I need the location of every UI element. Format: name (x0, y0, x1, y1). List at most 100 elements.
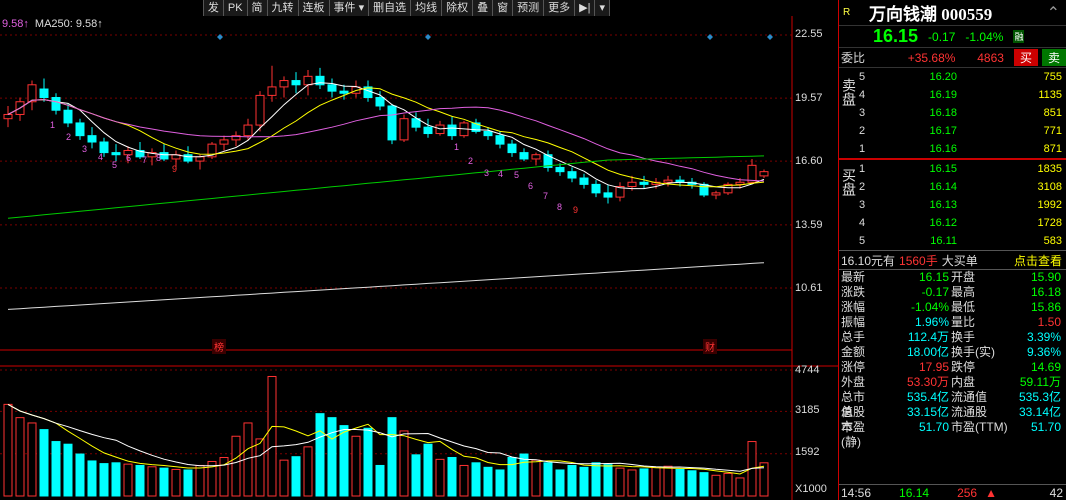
stat-row: 涨幅 -1.04% 最低 15.86 (839, 300, 1066, 315)
stat-label: 换手(实) (951, 345, 995, 359)
stat-label: 换手 (951, 330, 976, 344)
candle-body (243, 124, 253, 137)
volume-bar (531, 459, 541, 497)
stat-value: 51.70 (1030, 420, 1061, 434)
stat-value: 1.50 (1037, 315, 1061, 329)
nine-turn-count: 5 (112, 160, 117, 170)
volume-ma5-line (7, 403, 765, 475)
nine-turn-count: 4 (98, 152, 103, 162)
buy-button[interactable]: 买 (1013, 49, 1038, 66)
toolbar-btn-ma[interactable]: 均线 (411, 0, 443, 16)
stat-value: 535.3亿 (1018, 390, 1061, 404)
stat-label: 金额 (841, 345, 866, 359)
volume-ma10-line (7, 403, 765, 472)
toolbar-btn-pk[interactable]: PK (224, 0, 248, 16)
candle-body (483, 130, 493, 137)
volume-bar (363, 427, 373, 497)
ask-volume: 851 (1043, 107, 1062, 119)
volume-bar (447, 456, 457, 497)
bid-volume: 1835 (1037, 163, 1062, 175)
candle-body (387, 105, 397, 141)
kline-chart-area[interactable]: 123456789123456789 发 PK 简 九转 连板 事件 ▾ 删自选… (0, 0, 838, 500)
stat-label: 最新 (841, 270, 866, 284)
kline-svg[interactable]: 123456 7 89123 4 5678 9 (0, 0, 838, 500)
toolbar-btn-window[interactable]: 窗 (493, 0, 514, 16)
stat-row: 市盈(静) 51.70 市盈(TTM) 51.70 (839, 420, 1066, 449)
big-trade-type: 大买单 (941, 253, 978, 268)
stat-row: 振幅 1.96% 量比 1.50 (839, 315, 1066, 330)
stat-row: 涨停 17.95 跌停 14.69 (839, 360, 1066, 375)
candle-body (735, 181, 745, 185)
candle-body (159, 152, 169, 160)
toolbar-btn-jian[interactable]: 简 (248, 0, 268, 16)
stat-label: 量比 (951, 315, 976, 329)
volume-bar (51, 441, 61, 497)
candle-body (579, 177, 589, 185)
ask-row[interactable]: 4 16.19 1135 (839, 86, 1066, 104)
bang-marker[interactable]: 榜 (212, 339, 226, 354)
expand-icon[interactable]: ⌃ (1047, 3, 1060, 23)
stat-value: 16.18 (1030, 285, 1061, 299)
candle-body (627, 181, 637, 188)
bid-price: 16.15 (929, 163, 957, 175)
stat-value: -0.17 (921, 285, 949, 299)
stat-value: 17.95 (918, 360, 949, 374)
candle-body (111, 152, 121, 156)
cai-marker[interactable]: 财 (703, 339, 717, 354)
volume-bar (675, 468, 685, 497)
bid-row[interactable]: 1 16.15 1835 (839, 160, 1066, 178)
candle-body (267, 86, 277, 96)
price-axis-label: 13.59 (795, 219, 823, 231)
volume-bar (615, 467, 625, 497)
nine-turn-count: 3 (484, 168, 489, 178)
tick-count: 42 (1049, 485, 1063, 500)
volume-bar (111, 462, 121, 497)
nine-turn-count: 1 (50, 120, 55, 130)
exit-panel-icon[interactable]: ▶| (575, 0, 596, 16)
volume-bar (507, 456, 517, 497)
ask-row[interactable]: 2 16.17 771 (839, 122, 1066, 140)
tick-volume: 256 (957, 485, 978, 500)
bid-row[interactable]: 2 16.14 3108 (839, 178, 1066, 196)
bid-row[interactable]: 3 16.13 1992 (839, 196, 1066, 214)
ask-side-label: 卖盘 (841, 78, 857, 106)
volume-bar (75, 453, 85, 497)
view-details-link[interactable]: 点击查看 (1014, 252, 1062, 269)
volume-bar (495, 469, 505, 497)
ask-price: 16.20 (929, 71, 957, 83)
sell-button[interactable]: 卖 (1041, 49, 1066, 66)
toolbar-btn-exright[interactable]: 除权 (442, 0, 474, 16)
dropdown-icon[interactable]: ▾ (595, 0, 610, 16)
ask-volume: 871 (1043, 143, 1062, 155)
chart-toolbar: 发 PK 简 九转 连板 事件 ▾ 删自选 均线 除权 叠 窗 预测 更多 ▶|… (202, 0, 610, 16)
r-icon: R (843, 7, 851, 18)
nine-turn-count: 7 (543, 191, 548, 201)
stat-row: 最新 16.15 开盘 15.90 (839, 270, 1066, 285)
ask-row[interactable]: 5 16.20 755 (839, 68, 1066, 86)
toolbar-btn-remove-fav[interactable]: 删自选 (369, 0, 412, 16)
toolbar-btn-forecast[interactable]: 预测 (513, 0, 545, 16)
bid-row[interactable]: 5 16.11 583 (839, 232, 1066, 250)
volume-bar (147, 466, 157, 497)
up-arrow-icon: ▲ (985, 485, 997, 500)
ma-legend: 9.58↑ MA250: 9.58↑ (2, 18, 103, 30)
candle-body (3, 113, 13, 120)
toolbar-btn-lianban[interactable]: 连板 (299, 0, 330, 16)
toolbar-btn-events[interactable]: 事件 ▾ (330, 0, 370, 16)
toolbar-btn-more[interactable]: 更多 (544, 0, 576, 16)
stats-table: 最新 16.15 开盘 15.90 涨跌 -0.17 最高 16.18 涨幅 -1.04% 最低 15… (839, 270, 1066, 449)
stat-value: 15.86 (1030, 300, 1061, 314)
toolbar-btn-jiuzhuan[interactable]: 九转 (268, 0, 299, 16)
volume-bar (579, 466, 589, 497)
tick-time: 14:56 (841, 485, 872, 500)
event-diamond (767, 34, 773, 40)
ask-row[interactable]: 3 16.18 851 (839, 104, 1066, 122)
candle-body (303, 75, 313, 86)
toolbar-btn-overlay[interactable]: 叠 (473, 0, 494, 16)
volume-bar (267, 375, 277, 497)
bid-row[interactable]: 4 16.12 1728 (839, 214, 1066, 232)
volume-bar (423, 443, 433, 497)
bid-volume: 583 (1043, 235, 1062, 247)
ask-row[interactable]: 1 16.16 871 (839, 140, 1066, 158)
toolbar-btn-fa[interactable]: 发 (204, 0, 224, 16)
